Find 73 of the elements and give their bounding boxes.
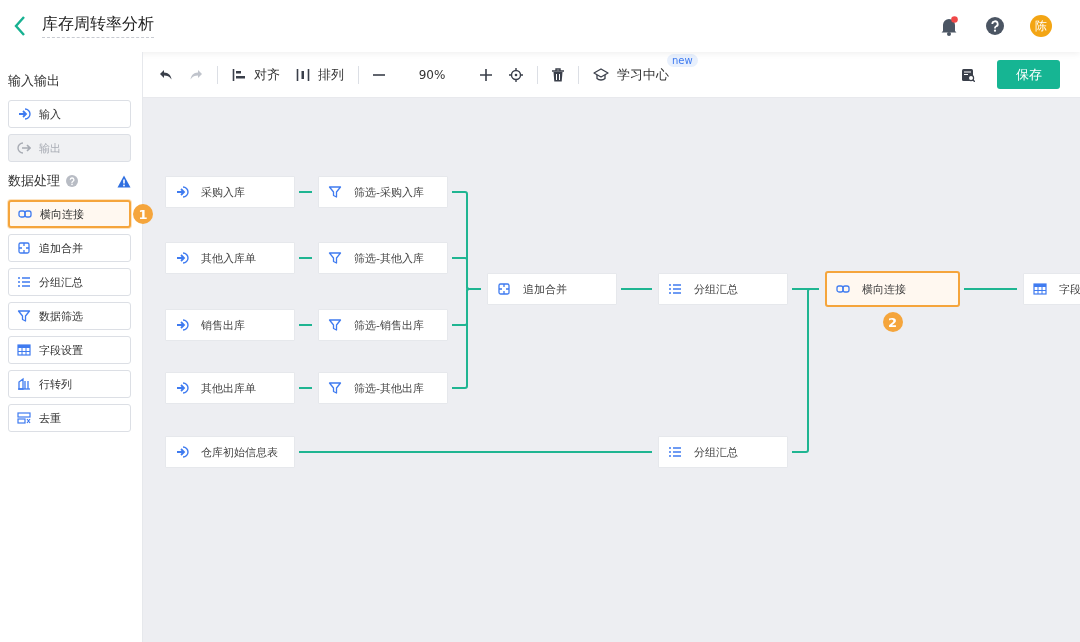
arrow-into-bracket-icon xyxy=(175,185,189,199)
flow-node[interactable]: 仓库初始信息表 xyxy=(165,436,295,468)
funnel-icon xyxy=(17,309,31,323)
funnel-icon xyxy=(328,318,342,332)
flow-node[interactable]: 分组汇总 xyxy=(658,273,788,305)
notification-bell-icon[interactable] xyxy=(940,16,958,36)
section-title: 输入输出 xyxy=(8,72,60,90)
connector-line xyxy=(620,288,653,290)
arrow-into-bracket-icon xyxy=(175,251,189,265)
operator-item[interactable]: 行转列 xyxy=(8,370,131,398)
connector-line xyxy=(298,387,313,389)
flow-node[interactable]: 横向连接 xyxy=(825,271,960,307)
arrow-out-bracket-icon xyxy=(17,141,31,155)
operator-item[interactable]: 追加合并 xyxy=(8,234,131,262)
arrow-into-bracket-icon xyxy=(175,318,189,332)
operator-item[interactable]: 输入 xyxy=(8,100,131,128)
zoom-level: 90% xyxy=(417,67,447,82)
align-button[interactable]: 对齐 xyxy=(224,63,288,86)
merge-grid-icon xyxy=(17,241,31,255)
flow-node[interactable]: 筛选-销售出库 xyxy=(318,309,448,341)
back-chevron-icon[interactable] xyxy=(14,15,26,37)
connector-line xyxy=(298,324,313,326)
connector-line xyxy=(298,257,313,259)
dedupe-grid-icon xyxy=(17,411,31,425)
flow-node[interactable]: 追加合并 xyxy=(487,273,617,305)
link-icon xyxy=(836,282,850,296)
help-icon xyxy=(986,17,1004,35)
list-icon xyxy=(668,282,682,296)
operator-item[interactable]: 分组汇总 xyxy=(8,268,131,296)
flow-node[interactable]: 采购入库 xyxy=(165,176,295,208)
operator-item[interactable]: 去重 xyxy=(8,404,131,432)
align-left-icon xyxy=(232,67,246,82)
flow-node[interactable]: 分组汇总 xyxy=(658,436,788,468)
funnel-icon xyxy=(328,185,342,199)
trash-icon xyxy=(552,67,564,82)
list-icon xyxy=(17,275,31,289)
step-badge: 1 xyxy=(133,204,153,224)
link-icon xyxy=(18,207,32,221)
flow-node[interactable]: 其他出库单 xyxy=(165,372,295,404)
undo-icon xyxy=(159,68,173,81)
graduation-cap-icon xyxy=(593,67,609,82)
operator-item[interactable]: 数据筛选 xyxy=(8,302,131,330)
merge-grid-icon xyxy=(497,282,511,296)
minus-icon xyxy=(373,73,385,76)
report-title: 库存周转率分析 xyxy=(42,14,154,38)
rows-to-columns-icon xyxy=(17,377,31,391)
flow-node[interactable]: 字段 xyxy=(1023,273,1080,305)
flow-node[interactable]: 筛选-其他入库 xyxy=(318,242,448,274)
arrange-button[interactable]: 排列 xyxy=(288,63,352,86)
table-icon xyxy=(1033,282,1047,296)
flow-node[interactable]: 销售出库 xyxy=(165,309,295,341)
crosshair-icon xyxy=(509,67,523,82)
flow-node[interactable]: 筛选-采购入库 xyxy=(318,176,448,208)
arrow-into-bracket-icon xyxy=(17,107,31,121)
operator-item[interactable]: 横向连接 xyxy=(8,200,131,228)
list-icon xyxy=(668,445,682,459)
funnel-icon xyxy=(328,381,342,395)
plus-icon xyxy=(479,67,493,82)
connector-line xyxy=(963,288,1018,290)
distribute-icon xyxy=(296,67,310,82)
arrow-into-bracket-icon xyxy=(175,381,189,395)
connector-line xyxy=(298,191,313,193)
table-icon xyxy=(17,343,31,357)
document-search-icon xyxy=(961,67,975,82)
arrow-into-bracket-icon xyxy=(175,445,189,459)
redo-icon xyxy=(189,68,203,81)
section-title: 数据处理 xyxy=(8,172,60,190)
flow-node[interactable]: 筛选-其他出库 xyxy=(318,372,448,404)
new-badge: new xyxy=(667,53,698,67)
funnel-icon xyxy=(328,251,342,265)
step-badge: 2 xyxy=(882,312,903,332)
operator-item[interactable]: 字段设置 xyxy=(8,336,131,364)
flow-node[interactable]: 其他入库单 xyxy=(165,242,295,274)
